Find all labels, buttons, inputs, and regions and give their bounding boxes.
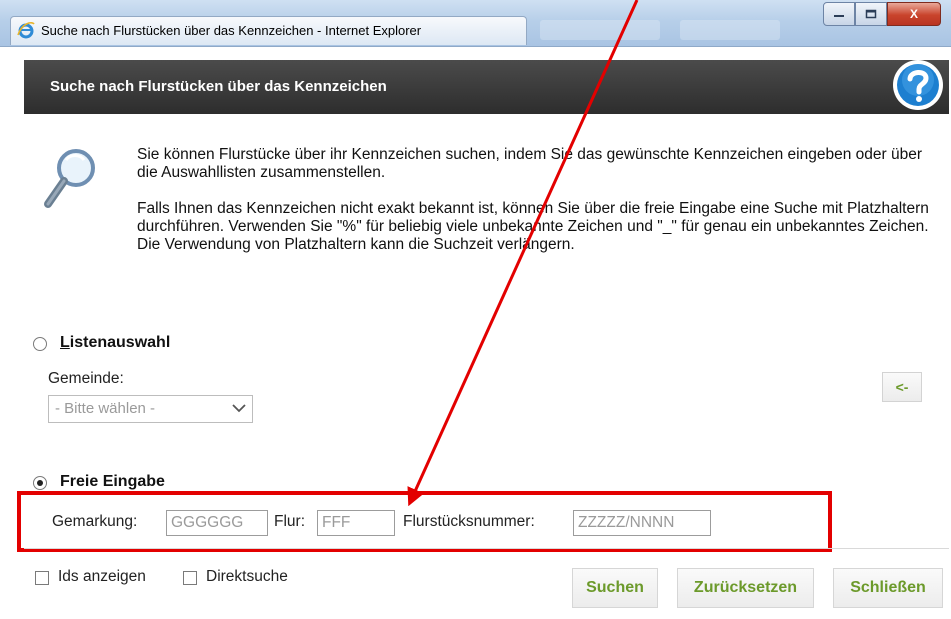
close-button[interactable]: Schließen (833, 568, 943, 608)
help-icon[interactable] (891, 58, 945, 112)
ids-label[interactable]: Ids anzeigen (58, 568, 146, 586)
window-controls: X (823, 2, 941, 26)
dialog-header: Suche nach Flurstücken über das Kennzeic… (24, 60, 949, 114)
background-tab (540, 20, 660, 40)
list-selection-label-rest: istenauswahl (69, 334, 171, 351)
reset-button[interactable]: Zurücksetzen (677, 568, 814, 608)
gemeinde-select-value: - Bitte wählen - (55, 400, 156, 417)
minimize-icon (834, 15, 844, 17)
list-selection-radio[interactable] (33, 337, 47, 351)
divider (24, 548, 949, 549)
minimize-button[interactable] (823, 2, 855, 26)
dialog-title: Suche nach Flurstücken über das Kennzeic… (50, 78, 387, 95)
direktsuche-checkbox[interactable] (183, 571, 197, 585)
close-window-button[interactable]: X (887, 2, 941, 26)
internet-explorer-icon (17, 21, 35, 39)
direktsuche-label[interactable]: Direktsuche (206, 568, 288, 586)
window-tab: Suche nach Flurstücken über das Kennzeic… (10, 16, 527, 45)
chevron-down-icon (232, 404, 246, 413)
background-tab (680, 20, 780, 40)
intro-paragraph-2: Falls Ihnen das Kennzeichen nicht exakt … (137, 200, 929, 253)
apply-selection-button[interactable]: <- (882, 372, 922, 402)
ids-checkbox[interactable] (35, 571, 49, 585)
window-titlebar: Suche nach Flurstücken über das Kennzeic… (0, 0, 951, 47)
maximize-button[interactable] (855, 2, 887, 26)
close-icon: X (909, 7, 918, 21)
gemeinde-select[interactable]: - Bitte wählen - (48, 395, 253, 423)
free-input-radio[interactable] (33, 476, 47, 490)
list-selection-label[interactable]: Listenauswahl (60, 334, 170, 352)
accesskey-letter: L (60, 334, 70, 351)
intro-text: Sie können Flurstücke über ihr Kennzeich… (137, 146, 937, 272)
annotation-highlight-box (17, 491, 832, 552)
window-title: Suche nach Flurstücken über das Kennzeic… (41, 23, 422, 38)
gemeinde-label: Gemeinde: (48, 370, 124, 387)
magnifier-icon (44, 149, 95, 208)
search-button[interactable]: Suchen (572, 568, 658, 608)
maximize-icon (865, 9, 877, 19)
free-input-label[interactable]: Freie Eingabe (60, 473, 165, 491)
intro-paragraph-1: Sie können Flurstücke über ihr Kennzeich… (137, 146, 922, 181)
